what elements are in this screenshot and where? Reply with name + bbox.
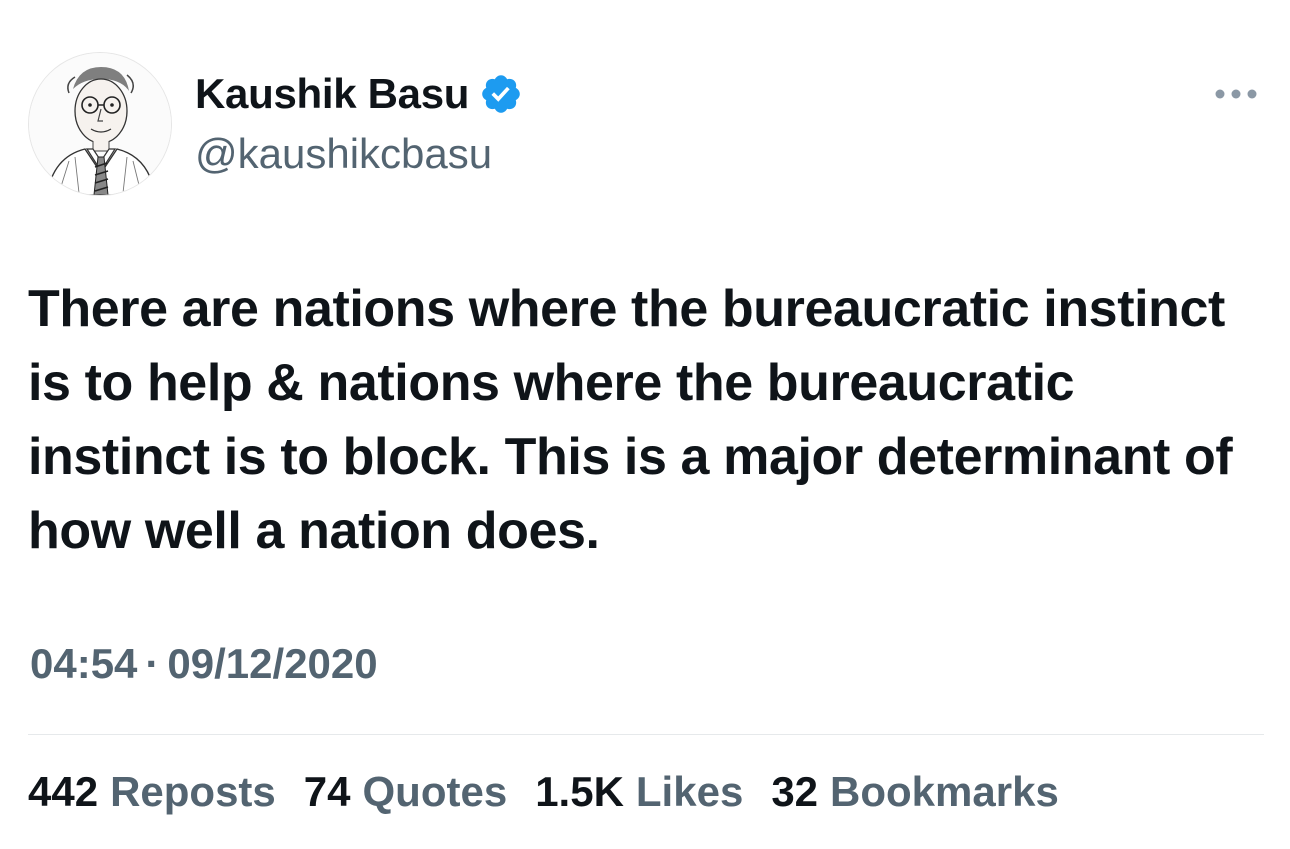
tweet-text: There are nations where the bureaucratic… — [28, 280, 1233, 560]
reposts-stat[interactable]: 442 Reposts — [28, 768, 276, 816]
likes-count: 1.5K — [535, 768, 624, 815]
more-options-icon — [1215, 89, 1257, 99]
more-options-button[interactable] — [1208, 76, 1264, 112]
author-name-row: Kaushik Basu — [195, 68, 523, 120]
verified-badge-icon — [479, 72, 523, 116]
quotes-count: 74 — [303, 768, 351, 815]
divider — [28, 734, 1264, 735]
likes-stat[interactable]: 1.5K Likes — [535, 768, 743, 816]
likes-label: Likes — [635, 768, 744, 815]
author-display-name[interactable]: Kaushik Basu — [195, 70, 469, 118]
tweet-timestamp[interactable]: 04:54 · 09/12/2020 — [30, 640, 378, 688]
tweet-date[interactable]: 09/12/2020 — [167, 640, 377, 688]
tweet-time[interactable]: 04:54 — [30, 640, 137, 688]
bookmarks-label: Bookmarks — [830, 768, 1059, 815]
reposts-count: 442 — [28, 768, 99, 815]
author-handle[interactable]: @kaushikcbasu — [195, 130, 492, 178]
quotes-label: Quotes — [362, 768, 508, 815]
engagement-stats: 442 Reposts 74 Quotes 1.5K Likes 32 Book… — [28, 768, 1087, 816]
avatar-sketch-portrait — [29, 53, 171, 195]
reposts-label: Reposts — [110, 768, 276, 815]
quotes-stat[interactable]: 74 Quotes — [304, 768, 507, 816]
avatar[interactable] — [28, 52, 172, 196]
meta-separator: · — [145, 640, 160, 687]
bookmarks-count: 32 — [771, 768, 819, 815]
bookmarks-stat[interactable]: 32 Bookmarks — [771, 768, 1058, 816]
